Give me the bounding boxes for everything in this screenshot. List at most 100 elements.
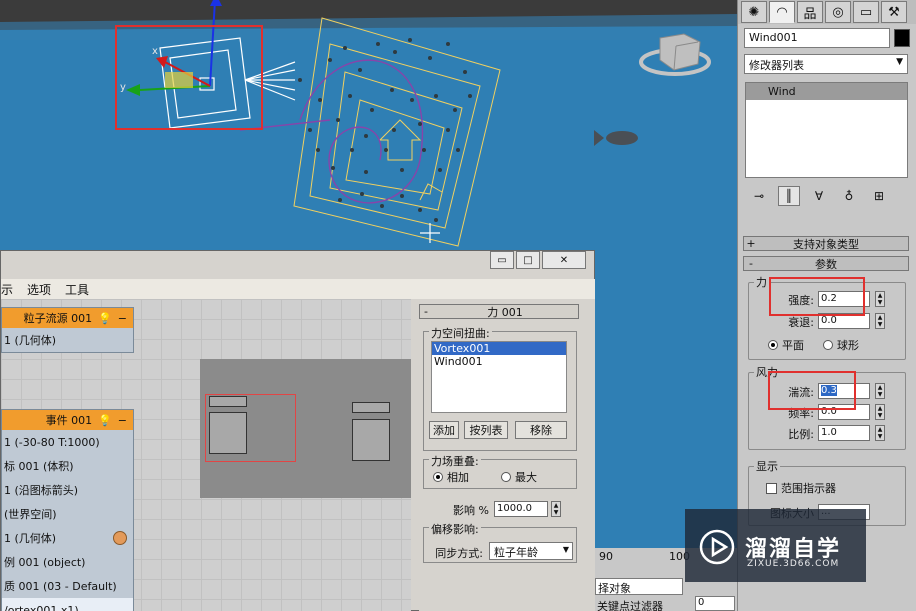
object-color-swatch[interactable] [894, 29, 910, 47]
max-radio[interactable]: 最大 [501, 469, 537, 485]
node-row[interactable]: 1 (几何体) [2, 328, 133, 352]
watermark-site: ZIXUE.3D66.COM [747, 559, 840, 569]
influence-spinner[interactable]: 1000.0 [494, 501, 548, 517]
lightbulb-icon[interactable]: 💡 [98, 414, 112, 427]
navigator-node [209, 396, 247, 407]
spherical-radio[interactable]: 球形 [823, 337, 859, 353]
modify-tab-icon[interactable]: ◠ [769, 1, 795, 23]
operator-row[interactable]: 例 001 (object) [2, 550, 133, 574]
scale-spinner-arrows[interactable]: ▲ ▼ [875, 425, 885, 441]
space-warp-item[interactable]: Wind001 [432, 355, 566, 368]
operator-row-selected[interactable]: /ortex001 x1) [2, 598, 133, 611]
operator-params-panel: - 力 001 力空间扭曲: Vortex001 Wind001 添加 按列表 … [419, 299, 595, 611]
current-frame-field[interactable]: 0 [695, 596, 735, 611]
modifier-list-dropdown[interactable]: 修改器列表 ▼ [744, 54, 908, 74]
rollout-expand-icon: + [746, 237, 756, 250]
hierarchy-tab-icon[interactable]: 品 [797, 1, 823, 23]
operator-row[interactable]: 质 001 (03 - Default) [2, 574, 133, 598]
force-group-title: 力 [754, 274, 769, 290]
by-list-button[interactable]: 按列表 [464, 421, 508, 439]
frequency-spinner-arrows[interactable]: ▲ ▼ [875, 404, 885, 420]
rollout-params[interactable]: - 参数 [743, 256, 909, 271]
utilities-tab-icon[interactable]: ⚒ [881, 1, 907, 23]
event-graph[interactable]: 粒子流源 001 💡 − 1 (几何体) 事件 001 💡 − 1 (-30-8… [1, 299, 411, 611]
operator-row[interactable]: 标 001 (体积) [2, 454, 133, 478]
add-button[interactable]: 添加 [429, 421, 459, 439]
minimize-button[interactable]: ▭ [490, 251, 514, 269]
create-tab-icon[interactable]: ✺ [741, 1, 767, 23]
influence-spinner-arrows[interactable]: ▲ ▼ [551, 501, 561, 517]
lightbulb-icon[interactable]: 💡 [98, 312, 112, 325]
node-title: 事件 001 [45, 414, 93, 427]
decay-label: 衰退: [788, 316, 814, 329]
maximize-button[interactable]: □ [516, 251, 540, 269]
make-unique-icon[interactable]: ∀ [808, 186, 830, 206]
node-event[interactable]: 事件 001 💡 − 1 (-30-80 T:1000) 标 001 (体积) … [1, 409, 134, 611]
additive-radio[interactable]: 相加 [433, 469, 469, 485]
params-rollout-header[interactable]: - 力 001 [419, 304, 579, 319]
object-name-field[interactable]: Wind001 [744, 28, 890, 48]
menu-options[interactable]: 选项 [27, 281, 51, 298]
remove-button[interactable]: 移除 [515, 421, 567, 439]
rollout-support-types[interactable]: + 支持对象类型 [743, 236, 909, 251]
max-label: 最大 [515, 471, 537, 484]
scale-label: 比例: [788, 428, 814, 441]
particle-view-window: ▭ □ ✕ 示 选项 工具 粒子流源 001 💡 − 1 (几何体) 事件 00… [0, 250, 595, 611]
menu-bar: 示 选项 工具 [1, 279, 595, 299]
space-warp-item[interactable]: Vortex001 [432, 342, 566, 355]
key-filters-button[interactable]: 关键点过滤器 [597, 598, 663, 611]
show-end-result-icon[interactable]: ║ [778, 186, 800, 206]
space-warps-label: 力空间扭曲: [429, 325, 492, 341]
play-logo-icon [699, 529, 735, 565]
operator-row[interactable]: 1 (几何体) [2, 526, 133, 550]
navigator-panel[interactable] [200, 359, 411, 498]
menu-display[interactable]: 示 [1, 281, 13, 298]
operator-label: 1 (几何体) [4, 532, 57, 545]
node-title: 粒子流源 001 [23, 312, 93, 325]
navigator-node [352, 419, 390, 461]
modifier-list-label: 修改器列表 [749, 59, 804, 72]
checkbox-box [766, 482, 777, 494]
output-connector-icon[interactable] [113, 531, 127, 545]
turbulence-spinner-arrows[interactable]: ▲ ▼ [875, 383, 885, 399]
node-particle-source[interactable]: 粒子流源 001 💡 − 1 (几何体) [1, 307, 134, 353]
params-title: 力 001 [487, 305, 523, 319]
ruler-mark: 90 [599, 550, 613, 563]
planar-radio[interactable]: 平面 [768, 337, 804, 353]
display-tab-icon[interactable]: ▭ [853, 1, 879, 23]
range-indicators-checkbox[interactable]: 范围指示器 [766, 480, 836, 496]
decay-spinner-arrows[interactable]: ▲ ▼ [875, 313, 885, 329]
operator-row[interactable]: 1 (-30-80 T:1000) [2, 430, 133, 454]
radio-dot [823, 340, 833, 350]
navigator-node [352, 402, 390, 413]
remove-modifier-icon[interactable]: ♁ [838, 186, 860, 206]
configure-sets-icon[interactable]: ⊞ [868, 186, 890, 206]
scale-spinner[interactable]: 1.0 [818, 425, 870, 441]
collapse-icon[interactable]: − [118, 312, 127, 325]
modifier-stack[interactable]: Wind [745, 82, 908, 178]
pin-stack-icon[interactable]: ⊸ [748, 186, 770, 206]
collapse-icon[interactable]: − [118, 414, 127, 427]
command-panel-tabs: ✺ ◠ 品 ◎ ▭ ⚒ [738, 0, 916, 24]
window-controls: ▭ □ ✕ [490, 251, 586, 269]
radio-dot [768, 340, 778, 350]
node-header[interactable]: 粒子流源 001 💡 − [2, 308, 133, 328]
rollout-collapse-icon: - [424, 305, 428, 318]
space-warps-list[interactable]: Vortex001 Wind001 [431, 341, 567, 413]
chevron-down-icon: ▼ [896, 57, 903, 67]
motion-tab-icon[interactable]: ◎ [825, 1, 851, 23]
operator-row[interactable]: 1 (沿图标箭头) [2, 478, 133, 502]
sync-label: 同步方式: [435, 547, 483, 560]
modifier-stack-item[interactable]: Wind [746, 83, 907, 100]
operator-row[interactable]: (世界空间) [2, 502, 133, 526]
sync-dropdown[interactable]: 粒子年龄 [489, 542, 573, 560]
additive-label: 相加 [447, 471, 469, 484]
strength-spinner-arrows[interactable]: ▲ ▼ [875, 291, 885, 307]
close-button[interactable]: ✕ [542, 251, 586, 269]
menu-tools[interactable]: 工具 [65, 281, 89, 298]
radio-dot [501, 472, 511, 482]
selection-set-dropdown[interactable]: 择对象 [595, 578, 683, 595]
node-header[interactable]: 事件 001 💡 − [2, 410, 133, 430]
svg-text:y: y [120, 82, 126, 93]
navigator-node [209, 412, 247, 454]
